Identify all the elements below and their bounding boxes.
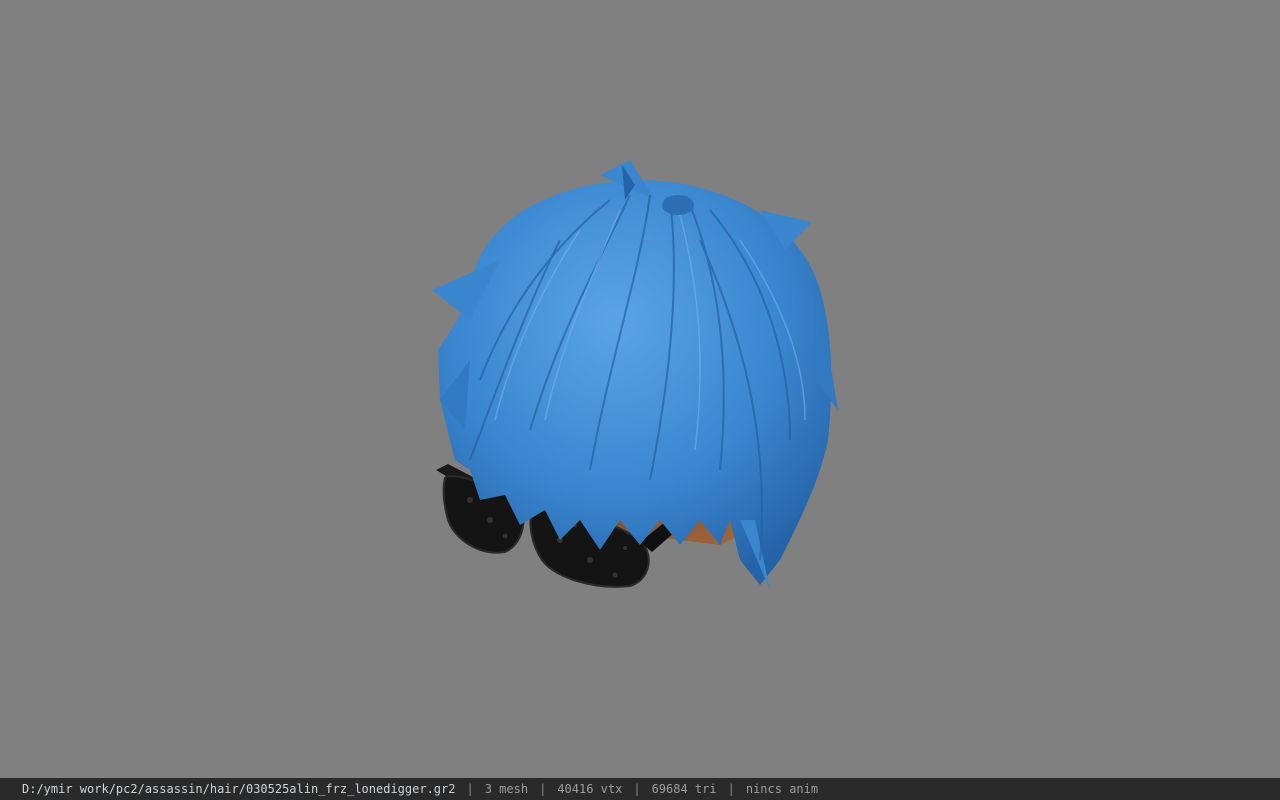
file-path: D:/ymir work/pc2/assassin/hair/030525ali… bbox=[22, 782, 456, 796]
status-bar: D:/ymir work/pc2/assassin/hair/030525ali… bbox=[0, 778, 1280, 800]
animation-status: nincs anim bbox=[745, 782, 819, 796]
model-render bbox=[432, 160, 838, 590]
separator: | bbox=[727, 782, 735, 796]
mesh-count: 3 mesh bbox=[484, 782, 529, 796]
3d-viewport[interactable] bbox=[0, 0, 1280, 778]
vertex-count: 40416 vtx bbox=[557, 782, 623, 796]
separator: | bbox=[633, 782, 641, 796]
triangle-count: 69684 tri bbox=[651, 782, 717, 796]
separator: | bbox=[539, 782, 547, 796]
separator: | bbox=[466, 782, 474, 796]
